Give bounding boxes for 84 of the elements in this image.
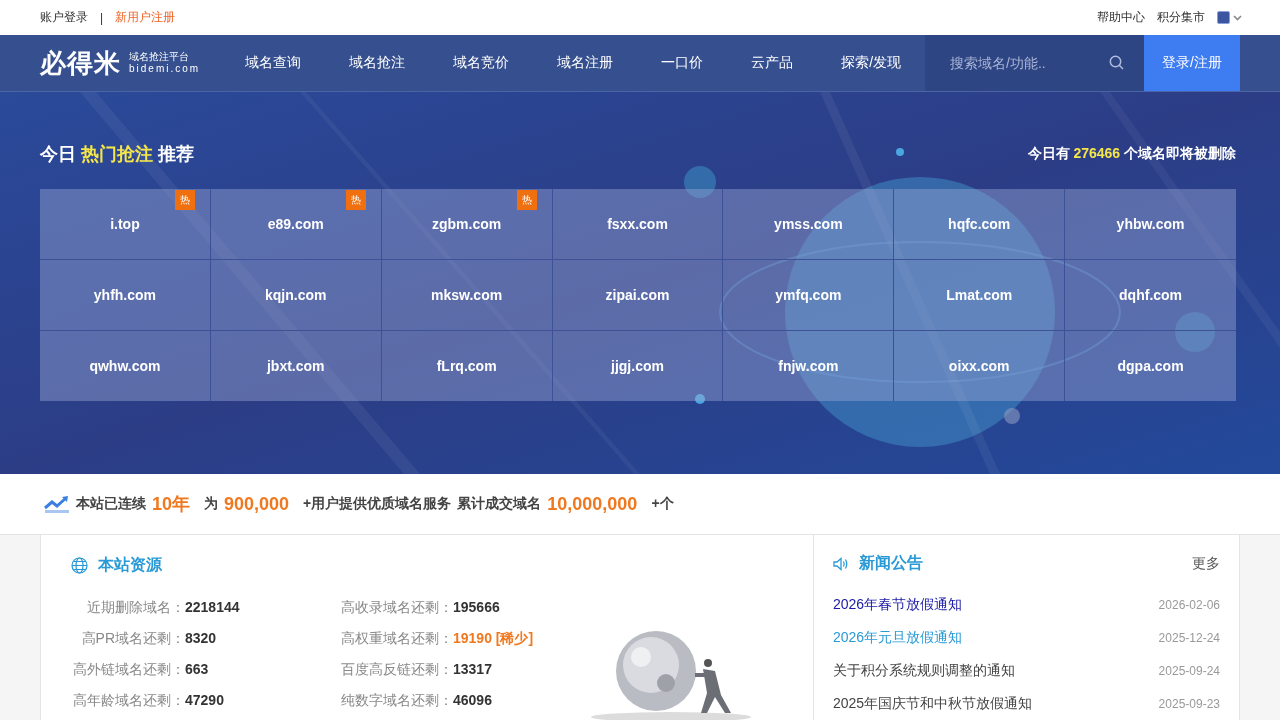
resource-value: 195666 xyxy=(453,598,500,617)
hot-badge: 热 xyxy=(345,190,366,210)
stat-text: +用户提供优质域名服务 xyxy=(303,495,452,513)
separator: | xyxy=(100,10,104,25)
resource-value: 13317 xyxy=(453,660,492,679)
resource-label: 近期删除域名： xyxy=(86,598,185,617)
nav-item[interactable]: 域名竞价 xyxy=(429,54,534,72)
stat-value: 10,000,000 xyxy=(547,493,638,515)
resource-value: 46096 xyxy=(453,691,492,710)
domain-tile[interactable]: i.top 热 xyxy=(40,189,211,260)
globe-icon xyxy=(71,557,88,574)
domain-tile[interactable]: yhfh.com xyxy=(40,260,211,331)
domain-tile[interactable]: ymfq.com xyxy=(723,260,895,331)
stat-text: 为 xyxy=(204,495,219,513)
resource-label: 高收录域名还剩： xyxy=(341,598,453,617)
news-date: 2026-02-06 xyxy=(1158,597,1220,612)
section-heading: 新闻公告 xyxy=(859,553,923,573)
login-link[interactable]: 账户登录 xyxy=(40,9,88,26)
resource-label: 高权重域名还剩： xyxy=(341,629,453,648)
caret-icon[interactable] xyxy=(1233,14,1242,21)
domain-tile[interactable]: zgbm.com 热 xyxy=(381,189,553,260)
resource-value: 8320 xyxy=(185,629,217,648)
domain-tile[interactable]: ymss.com xyxy=(723,189,895,260)
nav-item[interactable]: 一口价 xyxy=(637,54,728,72)
logo-subtitle: 域名抢注平台 xyxy=(129,51,190,63)
hot-badge: 热 xyxy=(174,190,195,210)
news-link[interactable]: 2026年元旦放假通知 xyxy=(833,628,963,647)
more-link[interactable]: 更多 xyxy=(1192,554,1220,573)
logo-domain: bidemi.com xyxy=(129,63,201,75)
deletion-count: 今日有 276466 个域名即将被删除 xyxy=(1027,145,1236,163)
domain-tile[interactable]: fnjw.com xyxy=(723,331,895,401)
domain-tile[interactable]: fsxx.com xyxy=(552,189,724,260)
hot-badge: 热 xyxy=(516,190,537,210)
domain-tile[interactable]: jbxt.com xyxy=(210,331,382,401)
register-link[interactable]: 新用户注册 xyxy=(115,9,176,26)
stat-value: 10年 xyxy=(152,493,191,516)
domain-tile[interactable]: qwhw.com xyxy=(40,331,211,401)
resource-value: 2218144 xyxy=(185,598,240,617)
domain-tile[interactable]: Lmat.com xyxy=(894,260,1066,331)
resource-value: 19190 [稀少] xyxy=(453,629,534,648)
top-link[interactable]: 积分集市 xyxy=(1157,9,1205,26)
domain-tile[interactable]: oixx.com xyxy=(894,331,1066,401)
color-swatch[interactable] xyxy=(1217,11,1230,24)
search-field[interactable]: 搜索域名/功能.. xyxy=(925,35,1145,91)
resource-label: 高外链域名还剩： xyxy=(72,660,185,679)
news-date: 2025-12-24 xyxy=(1158,630,1220,645)
stat-text: 累计成交域名 xyxy=(457,495,542,513)
stat-text: 本站已连续 xyxy=(76,495,146,513)
resource-label: 高PR域名还剩： xyxy=(80,629,185,648)
domain-tile[interactable]: yhbw.com xyxy=(1065,189,1236,260)
top-link[interactable]: 帮助中心 xyxy=(1097,9,1145,26)
domain-tile[interactable]: zipai.com xyxy=(552,260,724,331)
news-date: 2025-09-23 xyxy=(1158,696,1220,711)
domain-tile[interactable]: kqjn.com xyxy=(210,260,382,331)
stat-text: +个 xyxy=(651,495,674,513)
section-heading: 本站资源 xyxy=(98,555,162,575)
trend-chart-icon xyxy=(44,495,70,513)
resource-value: 47290 xyxy=(185,691,224,710)
news-link[interactable]: 关于积分系统规则调整的通知 xyxy=(833,661,1015,680)
logo[interactable]: 必得米 xyxy=(40,45,121,81)
resource-value: 663 xyxy=(185,660,209,679)
nav-item[interactable]: 探索/发现 xyxy=(817,54,926,72)
nav-item[interactable]: 域名查询 xyxy=(221,54,326,72)
speaker-icon xyxy=(833,555,849,572)
domain-tile[interactable]: hqfc.com xyxy=(894,189,1066,260)
stat-value: 900,000 xyxy=(224,493,290,515)
login-button[interactable]: 登录/注册 xyxy=(1144,35,1240,91)
domain-tile[interactable]: jjgj.com xyxy=(552,331,724,401)
news-link[interactable]: 2026年春节放假通知 xyxy=(833,595,963,614)
resource-label: 高年龄域名还剩： xyxy=(72,691,185,710)
resource-label: 百度高反链还剩： xyxy=(341,660,453,679)
domain-tile[interactable]: fLrq.com xyxy=(381,331,553,401)
nav-item[interactable]: 域名注册 xyxy=(533,54,638,72)
domain-tile[interactable]: mksw.com xyxy=(381,260,553,331)
domain-tile[interactable]: dgpa.com xyxy=(1065,331,1236,401)
search-icon[interactable] xyxy=(1109,55,1125,70)
nav-item[interactable]: 域名抢注 xyxy=(325,54,430,72)
domain-tile[interactable]: e89.com 热 xyxy=(210,189,382,260)
domain-tile[interactable]: dqhf.com xyxy=(1065,260,1236,331)
news-date: 2025-09-24 xyxy=(1158,663,1220,678)
section-title: 今日 热门抢注 推荐 xyxy=(40,143,195,166)
resource-label: 纯数字域名还剩： xyxy=(341,691,453,710)
nav-item[interactable]: 云产品 xyxy=(727,54,818,72)
news-link[interactable]: 2025年国庆节和中秋节放假通知 xyxy=(833,694,1033,713)
